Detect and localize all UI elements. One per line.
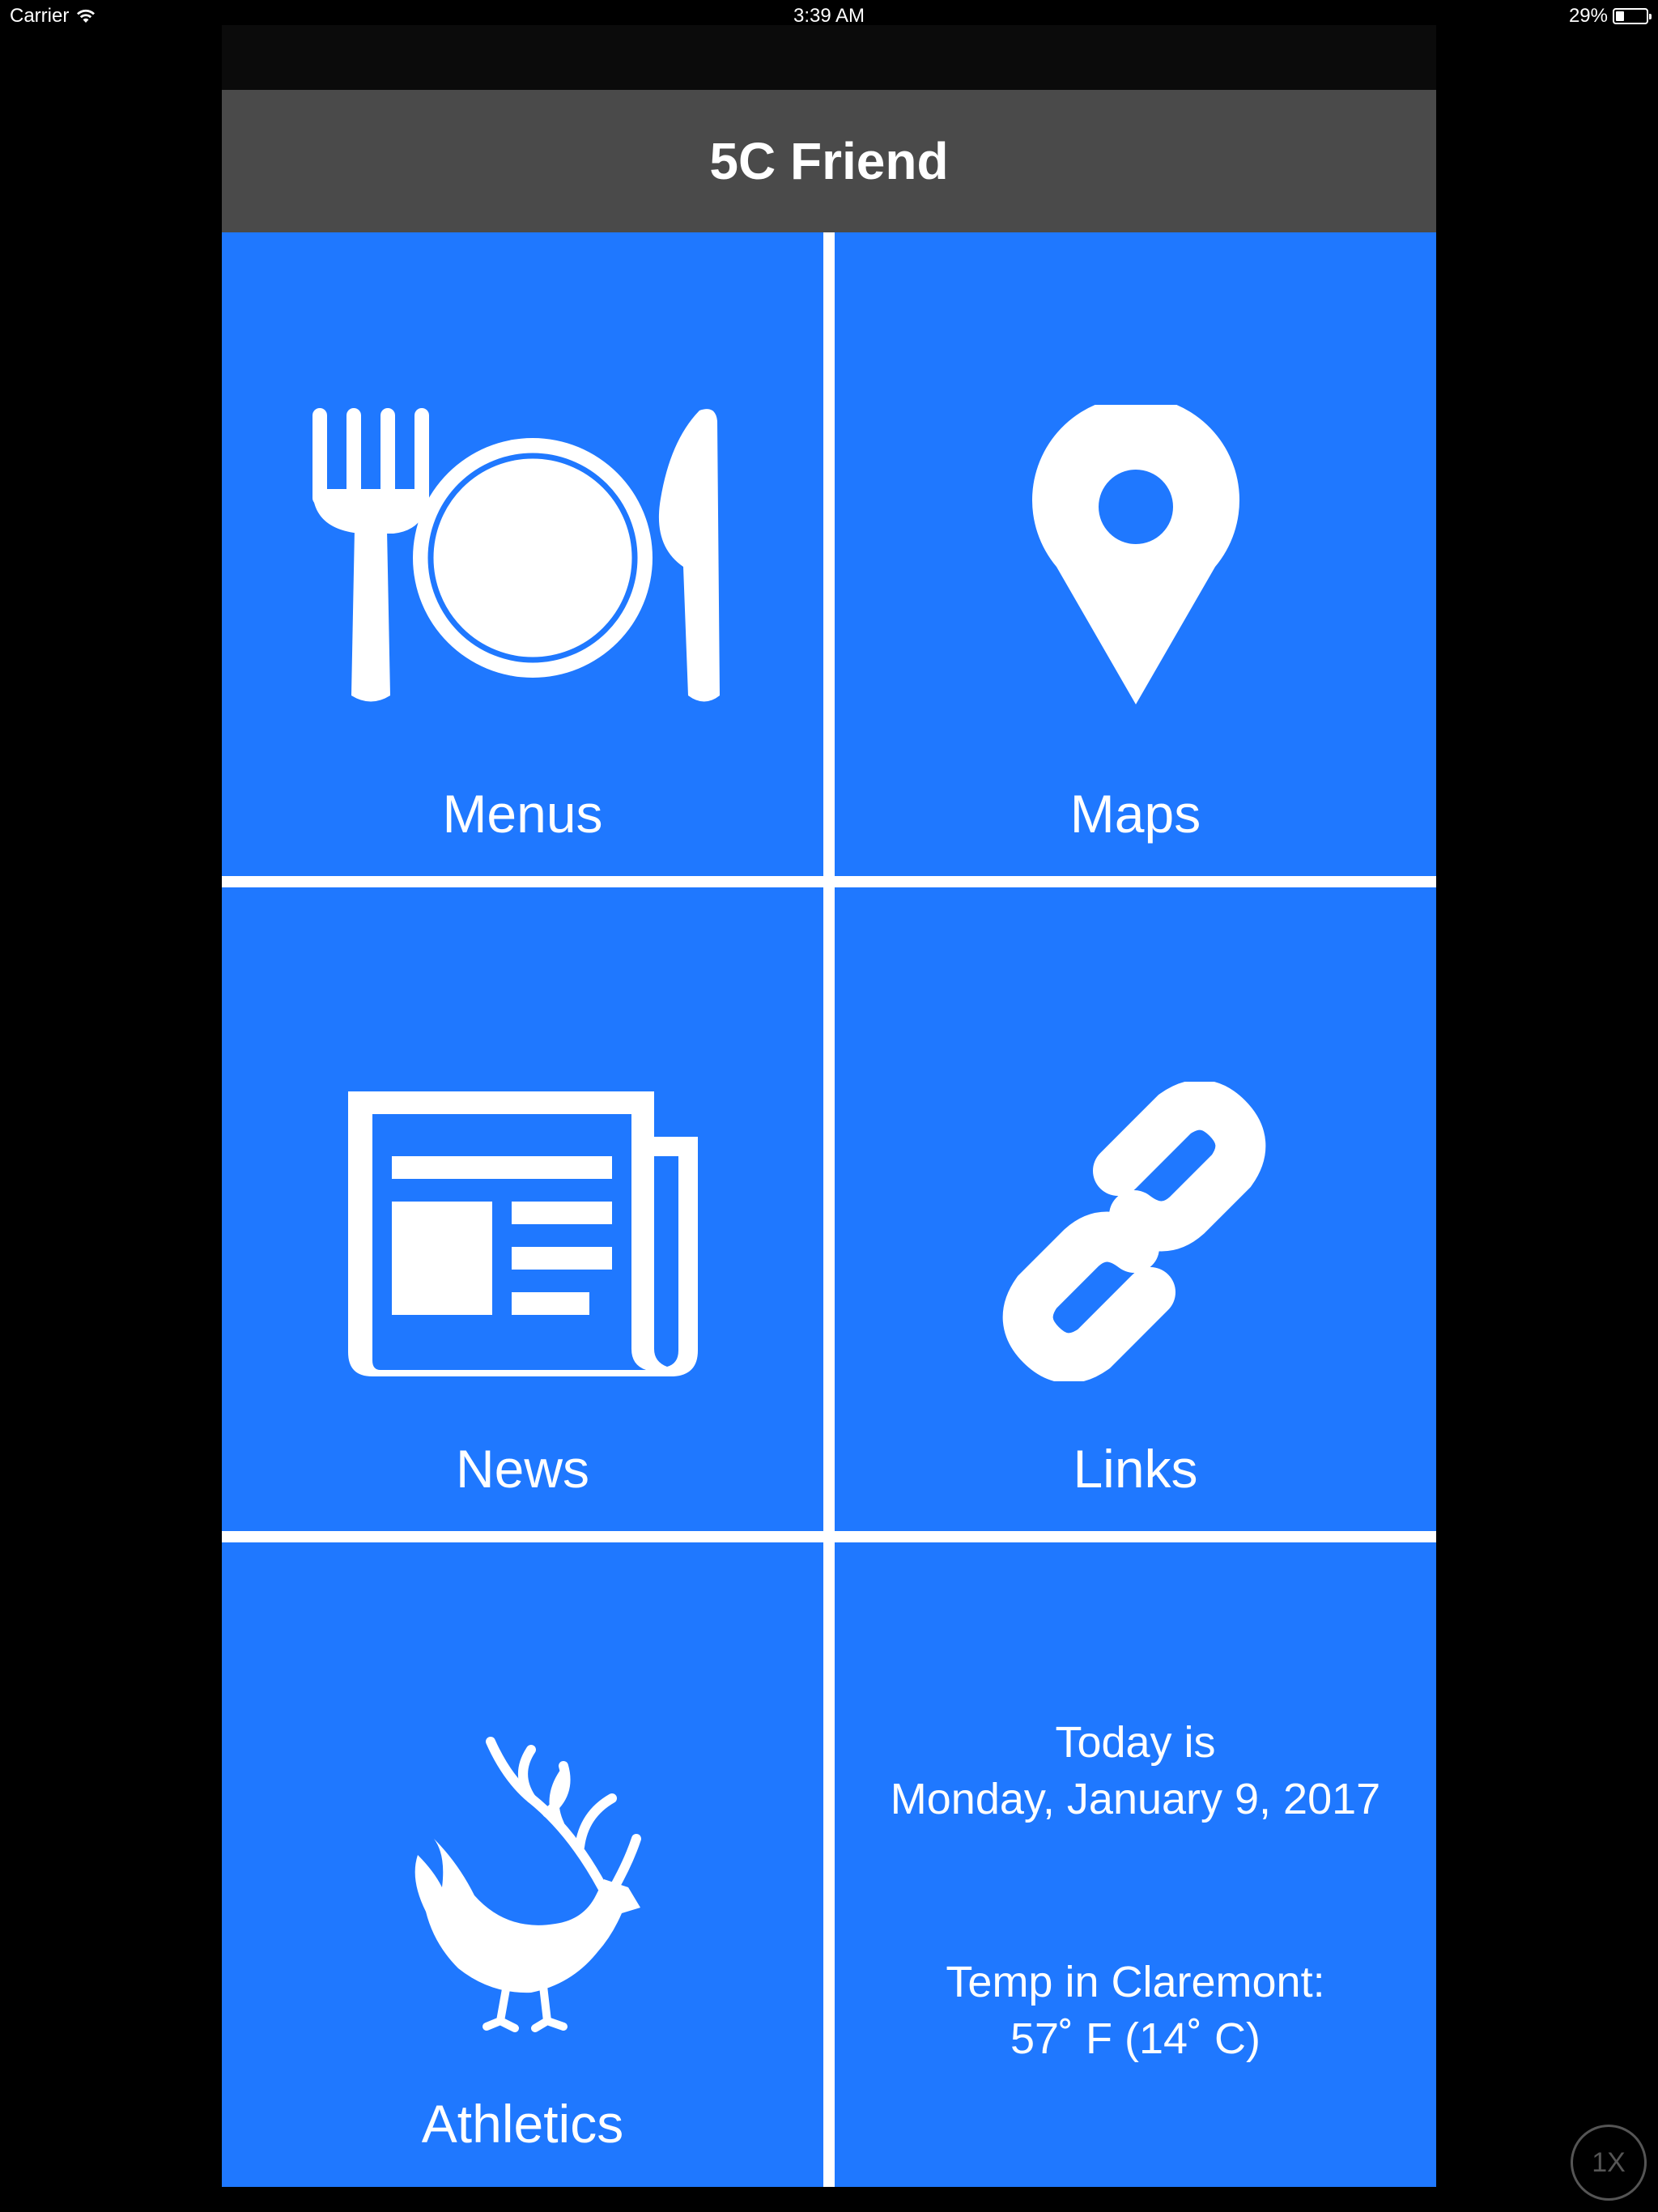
date-text: Monday, January 9, 2017	[890, 1775, 1381, 1823]
battery-percent: 29%	[1568, 5, 1608, 27]
today-label: Today is	[1055, 1718, 1216, 1767]
map-pin-icon	[1032, 405, 1239, 704]
app-window: 5C Friend Menus Maps News Links Athletic…	[222, 25, 1436, 2187]
battery-fill	[1616, 11, 1624, 21]
temp-value: 57˚ F (14˚ C)	[1010, 2014, 1261, 2063]
app-title: 5C Friend	[709, 132, 949, 190]
maps-label: Maps	[1069, 784, 1201, 844]
athletics-tile[interactable]: Athletics	[222, 1542, 823, 2187]
zoom-badge[interactable]: 1X	[1571, 2125, 1647, 2201]
temp-label: Temp in Claremont:	[946, 1958, 1325, 2006]
info-tile: Today is Monday, January 9, 2017 Temp in…	[835, 1542, 1436, 2187]
links-tile[interactable]: Links	[835, 887, 1436, 1531]
fork-plate-knife-icon	[312, 408, 720, 702]
menus-tile[interactable]: Menus	[222, 232, 823, 876]
news-label: News	[455, 1439, 590, 1499]
stag-chicken-mascot-icon	[414, 1737, 641, 2032]
status-time: 3:39 AM	[793, 5, 865, 27]
links-label: Links	[1073, 1439, 1198, 1499]
menus-label: Menus	[442, 784, 603, 844]
newspaper-icon	[348, 1091, 698, 1376]
maps-tile[interactable]: Maps	[835, 232, 1436, 876]
tile-grid: Menus Maps News Links Athletics Today is…	[222, 232, 1436, 2187]
athletics-label: Athletics	[421, 2094, 624, 2154]
top-strip	[222, 25, 1436, 90]
chain-link-icon	[1002, 1082, 1266, 1381]
navigation-bar: 5C Friend	[222, 90, 1436, 232]
screen: Carrier 3:39 AM 29% 5C Friend Menus Maps…	[0, 0, 1658, 2212]
news-tile[interactable]: News	[222, 887, 823, 1531]
status-right: 29%	[1568, 5, 1652, 28]
battery-icon	[1613, 8, 1652, 24]
